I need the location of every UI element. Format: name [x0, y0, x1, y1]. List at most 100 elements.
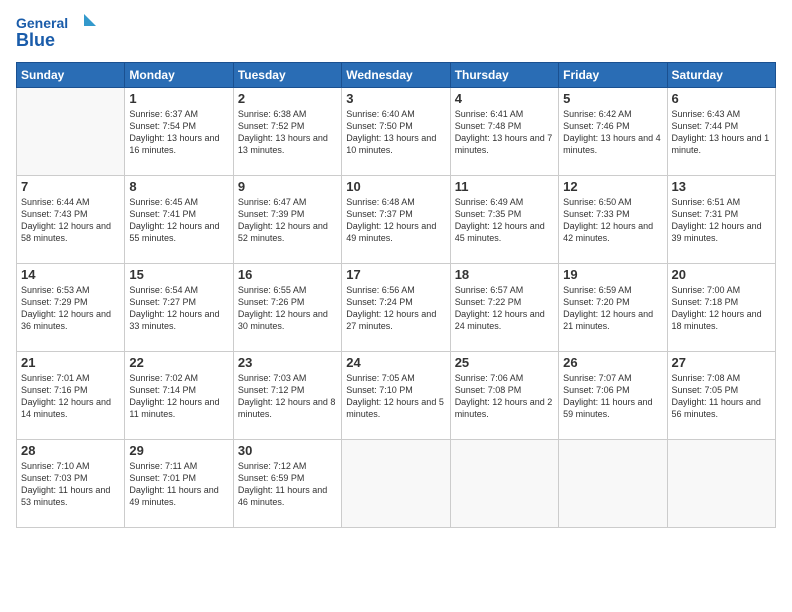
- logo-svg: General Blue: [16, 12, 96, 52]
- day-number: 30: [238, 443, 337, 458]
- day-number: 19: [563, 267, 662, 282]
- page-container: General Blue SundayMondayTuesdayWednesda…: [0, 0, 792, 536]
- cell-info: Sunrise: 6:47 AM Sunset: 7:39 PM Dayligh…: [238, 196, 337, 245]
- header: General Blue: [16, 12, 776, 52]
- week-row-3: 14Sunrise: 6:53 AM Sunset: 7:29 PM Dayli…: [17, 264, 776, 352]
- calendar-cell: [559, 440, 667, 528]
- calendar-cell: [17, 88, 125, 176]
- day-number: 4: [455, 91, 554, 106]
- calendar-cell: 1Sunrise: 6:37 AM Sunset: 7:54 PM Daylig…: [125, 88, 233, 176]
- calendar-cell: [342, 440, 450, 528]
- day-number: 22: [129, 355, 228, 370]
- day-number: 9: [238, 179, 337, 194]
- calendar-cell: 11 Sunrise: 6:49 AM Sunset: 7:35 PM Dayli…: [450, 176, 558, 264]
- weekday-header-monday: Monday: [125, 63, 233, 88]
- cell-info: Sunrise: 6:57 AM Sunset: 7:22 PM Dayligh…: [455, 284, 554, 333]
- week-row-2: 7 Sunrise: 6:44 AM Sunset: 7:43 PM Daylig…: [17, 176, 776, 264]
- calendar-cell: 16 Sunrise: 6:55 AM Sunset: 7:26 PM Dayli…: [233, 264, 341, 352]
- cell-info: Sunrise: 6:42 AM Sunset: 7:46 PM Dayligh…: [563, 108, 662, 157]
- cell-info: Sunrise: 6:56 AM Sunset: 7:24 PM Dayligh…: [346, 284, 445, 333]
- day-number: 3: [346, 91, 445, 106]
- calendar-cell: 23Sunrise: 7:03 AM Sunset: 7:12 PM Dayli…: [233, 352, 341, 440]
- calendar-cell: 4 Sunrise: 6:41 AM Sunset: 7:48 PM Daylig…: [450, 88, 558, 176]
- calendar-cell: 21Sunrise: 7:01 AM Sunset: 7:16 PM Dayli…: [17, 352, 125, 440]
- svg-text:General: General: [16, 15, 68, 31]
- calendar-table: SundayMondayTuesdayWednesdayThursdayFrid…: [16, 62, 776, 528]
- cell-info: Sunrise: 6:44 AM Sunset: 7:43 PM Dayligh…: [21, 196, 120, 245]
- day-number: 27: [672, 355, 771, 370]
- day-number: 16: [238, 267, 337, 282]
- day-number: 18: [455, 267, 554, 282]
- calendar-cell: 5 Sunrise: 6:42 AM Sunset: 7:46 PM Daylig…: [559, 88, 667, 176]
- calendar-cell: 2Sunrise: 6:38 AM Sunset: 7:52 PM Daylig…: [233, 88, 341, 176]
- calendar-cell: 29 Sunrise: 7:11 AM Sunset: 7:01 PM Dayli…: [125, 440, 233, 528]
- weekday-header-tuesday: Tuesday: [233, 63, 341, 88]
- cell-info: Sunrise: 7:06 AM Sunset: 7:08 PM Dayligh…: [455, 372, 554, 421]
- day-number: 25: [455, 355, 554, 370]
- weekday-header-wednesday: Wednesday: [342, 63, 450, 88]
- calendar-cell: [667, 440, 775, 528]
- week-row-1: 1Sunrise: 6:37 AM Sunset: 7:54 PM Daylig…: [17, 88, 776, 176]
- cell-info: Sunrise: 7:07 AM Sunset: 7:06 PM Dayligh…: [563, 372, 662, 421]
- calendar-cell: 3 Sunrise: 6:40 AM Sunset: 7:50 PM Daylig…: [342, 88, 450, 176]
- weekday-header-friday: Friday: [559, 63, 667, 88]
- cell-info: Sunrise: 6:45 AM Sunset: 7:41 PM Dayligh…: [129, 196, 228, 245]
- calendar-cell: 20 Sunrise: 7:00 AM Sunset: 7:18 PM Dayli…: [667, 264, 775, 352]
- day-number: 12: [563, 179, 662, 194]
- day-number: 13: [672, 179, 771, 194]
- weekday-header-saturday: Saturday: [667, 63, 775, 88]
- day-number: 15: [129, 267, 228, 282]
- calendar-cell: 30 Sunrise: 7:12 AM Sunset: 6:59 PM Dayli…: [233, 440, 341, 528]
- calendar-cell: 14Sunrise: 6:53 AM Sunset: 7:29 PM Dayli…: [17, 264, 125, 352]
- calendar-cell: 28 Sunrise: 7:10 AM Sunset: 7:03 PM Dayli…: [17, 440, 125, 528]
- day-number: 17: [346, 267, 445, 282]
- cell-info: Sunrise: 7:00 AM Sunset: 7:18 PM Dayligh…: [672, 284, 771, 333]
- week-row-4: 21Sunrise: 7:01 AM Sunset: 7:16 PM Dayli…: [17, 352, 776, 440]
- cell-info: Sunrise: 6:55 AM Sunset: 7:26 PM Dayligh…: [238, 284, 337, 333]
- calendar-cell: 9 Sunrise: 6:47 AM Sunset: 7:39 PM Daylig…: [233, 176, 341, 264]
- cell-info: Sunrise: 6:40 AM Sunset: 7:50 PM Dayligh…: [346, 108, 445, 157]
- day-number: 10: [346, 179, 445, 194]
- calendar-cell: 17 Sunrise: 6:56 AM Sunset: 7:24 PM Dayli…: [342, 264, 450, 352]
- day-number: 8: [129, 179, 228, 194]
- cell-info: Sunrise: 6:49 AM Sunset: 7:35 PM Dayligh…: [455, 196, 554, 245]
- calendar-cell: 27 Sunrise: 7:08 AM Sunset: 7:05 PM Dayli…: [667, 352, 775, 440]
- cell-info: Sunrise: 7:11 AM Sunset: 7:01 PM Dayligh…: [129, 460, 228, 509]
- cell-info: Sunrise: 6:48 AM Sunset: 7:37 PM Dayligh…: [346, 196, 445, 245]
- cell-info: Sunrise: 7:01 AM Sunset: 7:16 PM Dayligh…: [21, 372, 120, 421]
- week-row-5: 28 Sunrise: 7:10 AM Sunset: 7:03 PM Dayli…: [17, 440, 776, 528]
- calendar-cell: 25 Sunrise: 7:06 AM Sunset: 7:08 PM Dayli…: [450, 352, 558, 440]
- day-number: 11: [455, 179, 554, 194]
- cell-info: Sunrise: 6:37 AM Sunset: 7:54 PM Dayligh…: [129, 108, 228, 157]
- cell-info: Sunrise: 7:05 AM Sunset: 7:10 PM Dayligh…: [346, 372, 445, 421]
- cell-info: Sunrise: 6:38 AM Sunset: 7:52 PM Dayligh…: [238, 108, 337, 157]
- cell-info: Sunrise: 6:51 AM Sunset: 7:31 PM Dayligh…: [672, 196, 771, 245]
- calendar-cell: [450, 440, 558, 528]
- day-number: 5: [563, 91, 662, 106]
- calendar-cell: 18 Sunrise: 6:57 AM Sunset: 7:22 PM Dayli…: [450, 264, 558, 352]
- cell-info: Sunrise: 7:12 AM Sunset: 6:59 PM Dayligh…: [238, 460, 337, 509]
- weekday-header-row: SundayMondayTuesdayWednesdayThursdayFrid…: [17, 63, 776, 88]
- calendar-cell: 7 Sunrise: 6:44 AM Sunset: 7:43 PM Daylig…: [17, 176, 125, 264]
- cell-info: Sunrise: 6:53 AM Sunset: 7:29 PM Dayligh…: [21, 284, 120, 333]
- calendar-cell: 10 Sunrise: 6:48 AM Sunset: 7:37 PM Dayli…: [342, 176, 450, 264]
- cell-info: Sunrise: 6:43 AM Sunset: 7:44 PM Dayligh…: [672, 108, 771, 157]
- cell-info: Sunrise: 7:10 AM Sunset: 7:03 PM Dayligh…: [21, 460, 120, 509]
- weekday-header-sunday: Sunday: [17, 63, 125, 88]
- calendar-cell: 6Sunrise: 6:43 AM Sunset: 7:44 PM Daylig…: [667, 88, 775, 176]
- calendar-cell: 8 Sunrise: 6:45 AM Sunset: 7:41 PM Daylig…: [125, 176, 233, 264]
- cell-info: Sunrise: 7:08 AM Sunset: 7:05 PM Dayligh…: [672, 372, 771, 421]
- weekday-header-thursday: Thursday: [450, 63, 558, 88]
- day-number: 24: [346, 355, 445, 370]
- day-number: 7: [21, 179, 120, 194]
- day-number: 29: [129, 443, 228, 458]
- logo: General Blue: [16, 12, 96, 52]
- day-number: 20: [672, 267, 771, 282]
- cell-info: Sunrise: 6:50 AM Sunset: 7:33 PM Dayligh…: [563, 196, 662, 245]
- cell-info: Sunrise: 6:41 AM Sunset: 7:48 PM Dayligh…: [455, 108, 554, 157]
- cell-info: Sunrise: 6:59 AM Sunset: 7:20 PM Dayligh…: [563, 284, 662, 333]
- day-number: 28: [21, 443, 120, 458]
- calendar-cell: 15Sunrise: 6:54 AM Sunset: 7:27 PM Dayli…: [125, 264, 233, 352]
- calendar-cell: 12 Sunrise: 6:50 AM Sunset: 7:33 PM Dayli…: [559, 176, 667, 264]
- cell-info: Sunrise: 7:03 AM Sunset: 7:12 PM Dayligh…: [238, 372, 337, 421]
